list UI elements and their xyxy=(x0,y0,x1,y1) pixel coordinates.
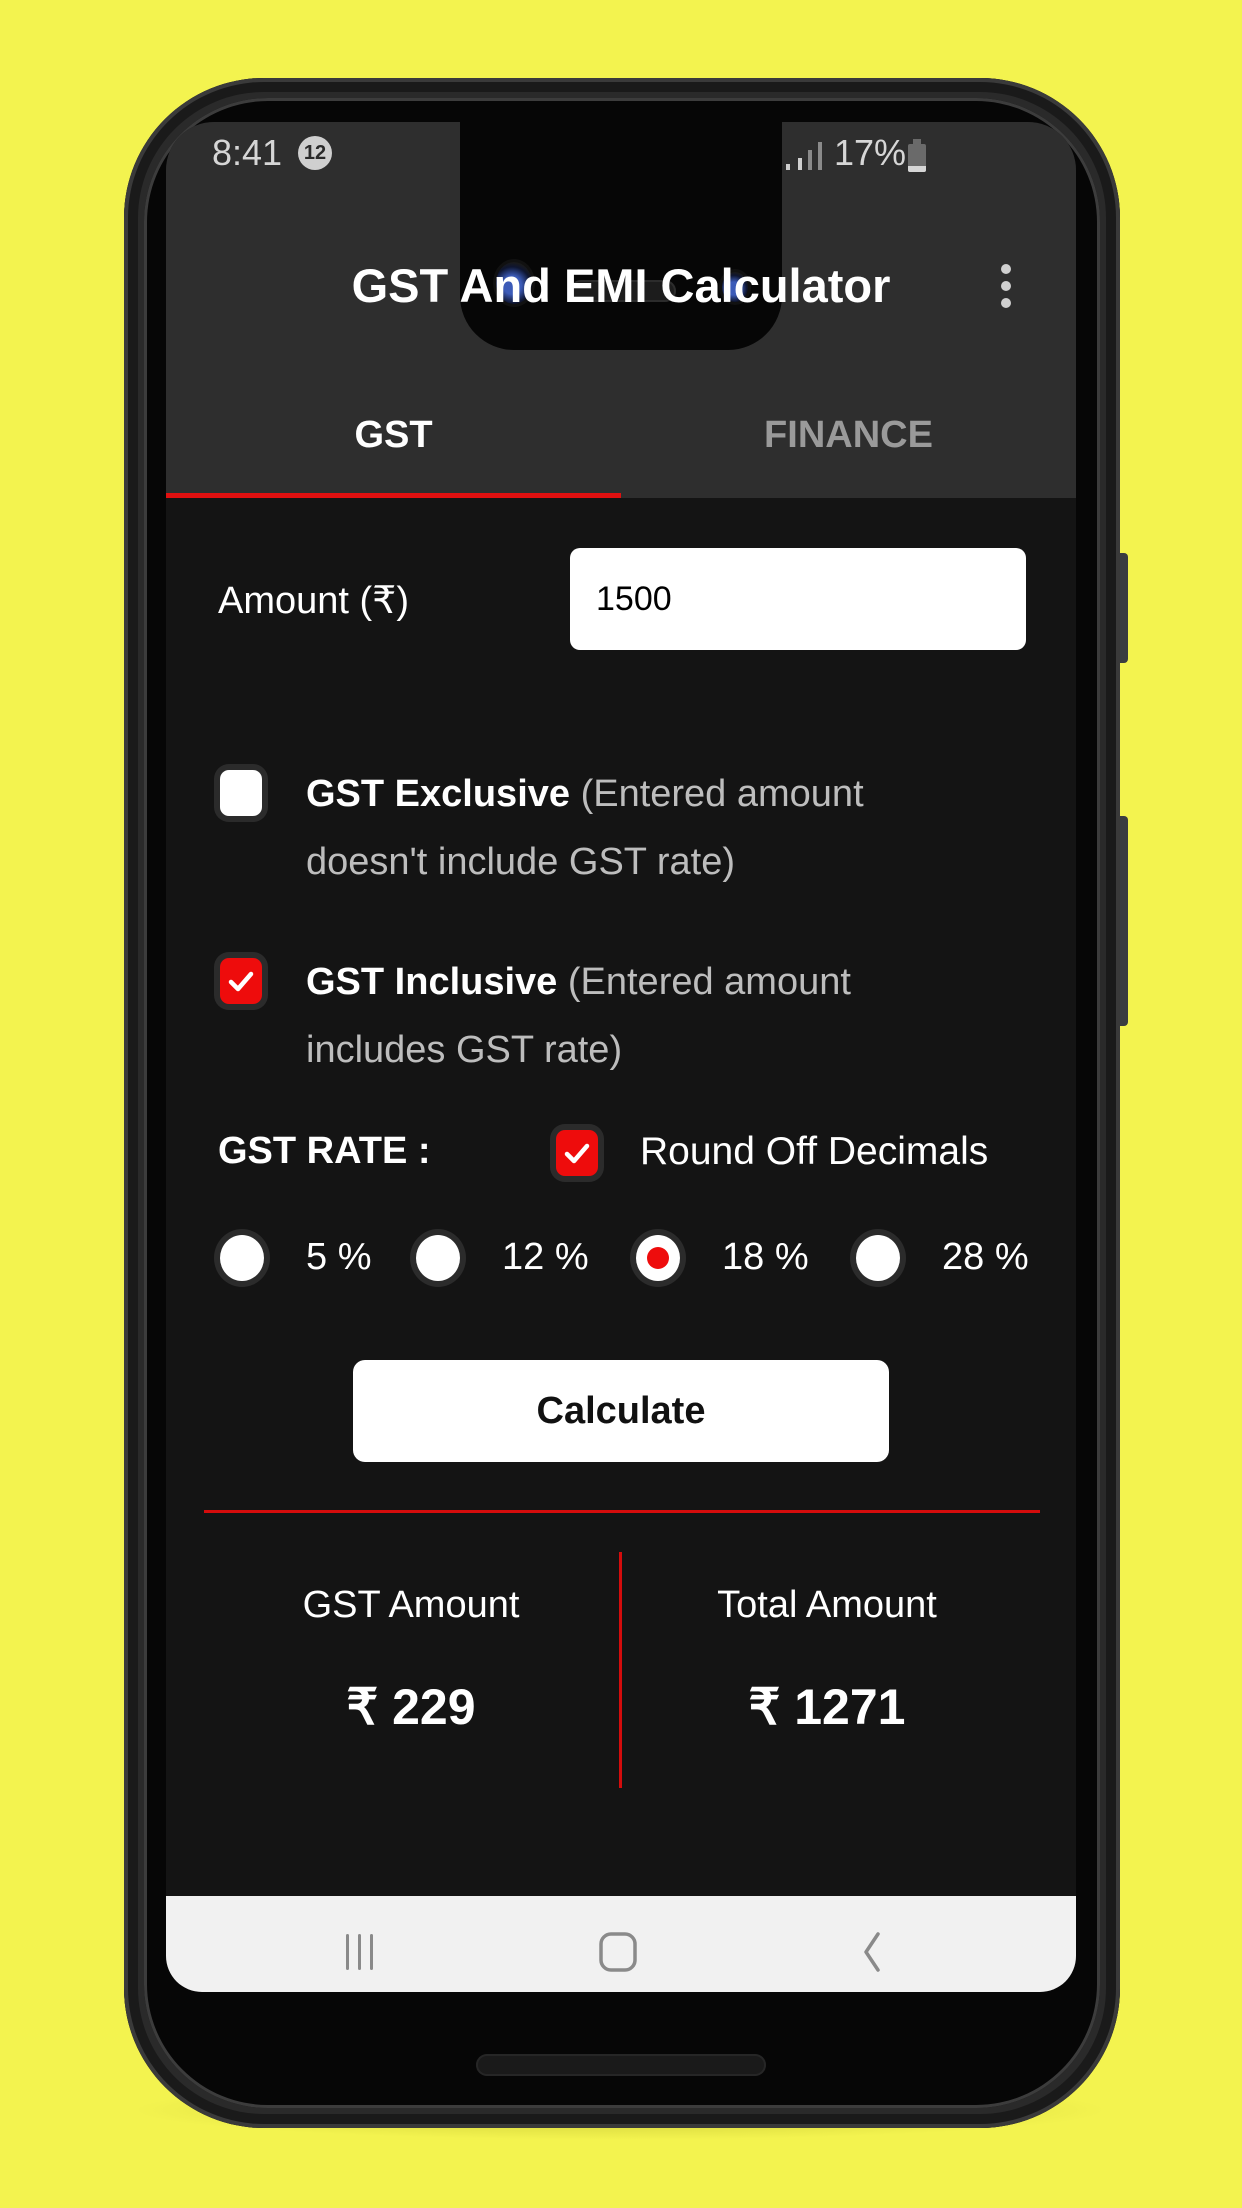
back-icon[interactable] xyxy=(856,1932,886,1972)
home-icon[interactable] xyxy=(598,1932,638,1972)
notification-count-badge: 12 xyxy=(298,136,332,170)
calculate-button[interactable]: Calculate xyxy=(353,1360,889,1462)
battery-icon xyxy=(908,139,926,172)
amount-label: Amount (₹) xyxy=(218,580,410,622)
power-button xyxy=(1120,553,1128,663)
gst-amount-value: ₹ 229 xyxy=(346,1679,476,1735)
signal-icon xyxy=(786,142,822,170)
tab-gst[interactable]: GST xyxy=(166,414,621,457)
app-screen: 8:41 12 17% GST And EMI Calculator GST F… xyxy=(166,122,1076,1992)
rate-radio-28[interactable] xyxy=(856,1235,900,1281)
rate-radio-12[interactable] xyxy=(416,1235,460,1281)
results-divider xyxy=(204,1510,1040,1513)
volume-button xyxy=(1120,816,1128,1026)
rate-radio-5[interactable] xyxy=(220,1235,264,1281)
app-title: GST And EMI Calculator xyxy=(351,259,891,312)
rate-label-18: 18 % xyxy=(722,1236,809,1278)
recent-apps-icon[interactable] xyxy=(340,1932,380,1972)
tab-finance[interactable]: FINANCE xyxy=(621,414,1076,457)
gst-inclusive-checkbox[interactable] xyxy=(220,958,262,1004)
battery-percent: 17% xyxy=(834,132,907,173)
bottom-speaker xyxy=(476,2054,766,2076)
round-off-label: Round Off Decimals xyxy=(640,1130,989,1173)
total-amount-label: Total Amount xyxy=(717,1584,937,1626)
status-time: 8:41 xyxy=(212,132,283,173)
gst-inclusive-label: GST Inclusive (Entered amount includes G… xyxy=(306,948,946,1084)
gst-inclusive-title: GST Inclusive xyxy=(306,961,558,1003)
gst-amount-label: GST Amount xyxy=(302,1584,520,1626)
more-vert-icon[interactable] xyxy=(1000,264,1012,310)
check-icon xyxy=(228,971,254,992)
check-icon xyxy=(564,1143,590,1164)
gst-rate-label: GST RATE : xyxy=(218,1130,431,1172)
rate-radio-18[interactable] xyxy=(636,1235,680,1281)
tab-indicator xyxy=(166,493,621,498)
gst-exclusive-label: GST Exclusive (Entered amount doesn't in… xyxy=(306,760,946,896)
rate-label-12: 12 % xyxy=(502,1236,589,1278)
rate-label-5: 5 % xyxy=(306,1236,372,1278)
gst-exclusive-title: GST Exclusive xyxy=(306,773,571,815)
camera-notch xyxy=(460,122,782,350)
rate-label-28: 28 % xyxy=(942,1236,1029,1278)
total-amount-value: ₹ 1271 xyxy=(748,1679,906,1735)
gst-exclusive-checkbox[interactable] xyxy=(220,770,262,816)
amount-input[interactable] xyxy=(570,548,1026,650)
round-off-checkbox[interactable] xyxy=(556,1130,598,1176)
